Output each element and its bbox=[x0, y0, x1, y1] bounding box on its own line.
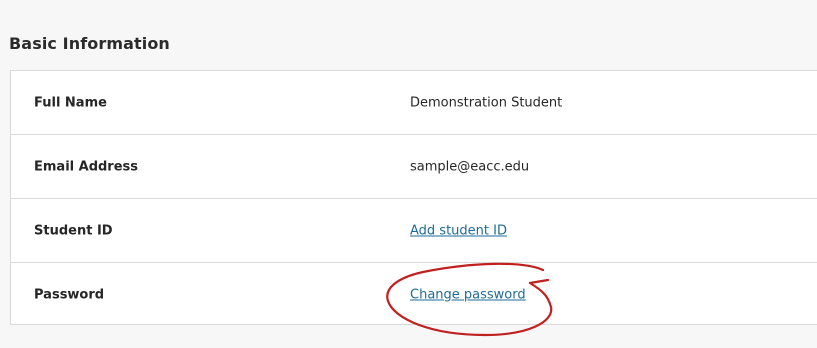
row-email-address: Email Address sample@eacc.edu bbox=[11, 135, 817, 199]
email-address-value: sample@eacc.edu bbox=[410, 159, 530, 174]
basic-info-card: Full Name Demonstration Student Email Ad… bbox=[10, 70, 817, 325]
student-id-label: Student ID bbox=[34, 223, 113, 238]
profile-page: Basic Information Full Name Demonstratio… bbox=[0, 0, 817, 348]
row-student-id: Student ID Add student ID bbox=[11, 199, 817, 263]
full-name-value: Demonstration Student bbox=[410, 95, 563, 110]
section-title: Basic Information bbox=[9, 34, 170, 53]
add-student-id-link[interactable]: Add student ID bbox=[410, 223, 507, 238]
row-full-name: Full Name Demonstration Student bbox=[11, 71, 817, 135]
email-address-label: Email Address bbox=[34, 159, 139, 174]
full-name-label: Full Name bbox=[34, 95, 107, 110]
row-password: Password Change password bbox=[11, 263, 817, 327]
password-label: Password bbox=[34, 287, 105, 303]
change-password-link[interactable]: Change password bbox=[410, 288, 526, 303]
